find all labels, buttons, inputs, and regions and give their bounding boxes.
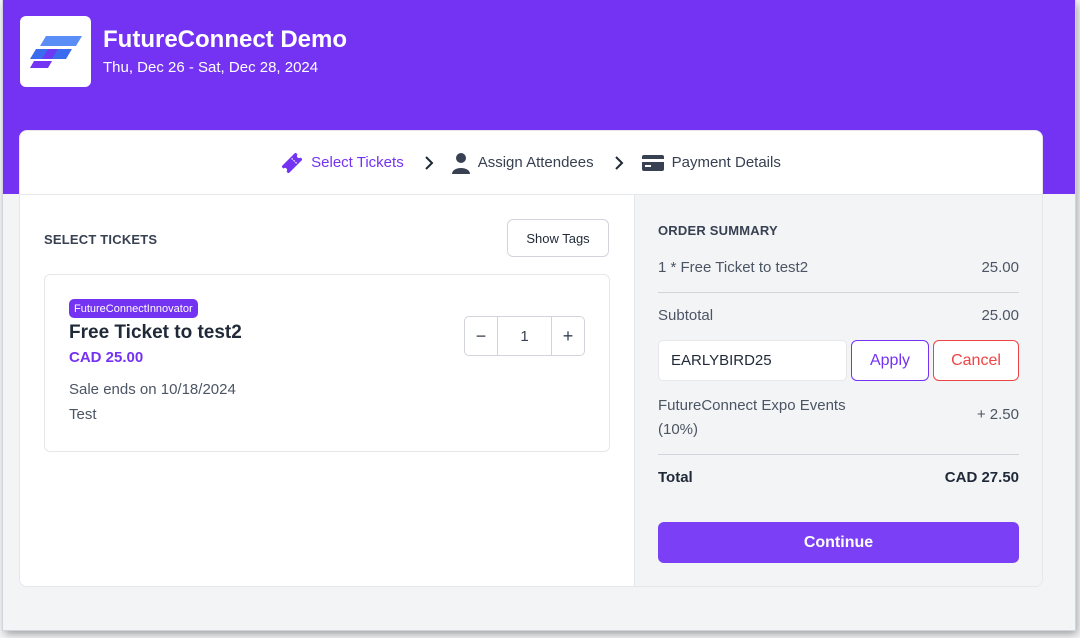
order-summary-panel: ORDER SUMMARY 1 * Free Ticket to test2 2… [634,195,1042,586]
checkout-steps: Select Tickets Assign Attendees Payment … [20,131,1042,195]
promo-code-input[interactable]: EARLYBIRD25 [658,340,847,381]
subtotal-row: Subtotal 25.00 [658,307,1019,324]
ticket-sale-ends: Sale ends on 10/18/2024 [69,381,236,398]
step-assign-attendees[interactable]: Assign Attendees [451,152,594,174]
order-summary-heading: ORDER SUMMARY [658,223,778,238]
chevron-right-icon [614,155,624,170]
select-tickets-panel: SELECT TICKETS Show Tags FutureConnectIn… [20,195,634,586]
line-item-amount: 25.00 [981,259,1019,276]
ticket-icon [282,152,303,173]
checkout-card: Select Tickets Assign Attendees Payment … [19,130,1043,587]
divider [658,292,1019,293]
continue-button[interactable]: Continue [658,522,1019,563]
select-tickets-heading: SELECT TICKETS [44,232,158,247]
ticket-price: CAD 25.00 [69,349,144,366]
step-label: Assign Attendees [477,154,594,171]
ticket-name: Free Ticket to test2 [69,322,242,343]
decrement-button[interactable]: − [465,317,497,355]
step-label: Payment Details [671,154,781,171]
show-tags-button[interactable]: Show Tags [507,219,609,257]
fee-label: FutureConnect Expo Events (10%) [658,397,846,438]
total-amount: CAD 27.50 [944,469,1019,486]
ticket-tag-badge: FutureConnectInnovator [69,299,198,318]
subtotal-label: Subtotal [658,307,714,324]
user-icon [451,152,470,174]
futureconnect-logo-icon [29,35,82,68]
app-window: FutureConnect Demo Thu, Dec 26 - Sat, De… [3,0,1075,630]
event-title: FutureConnect Demo [103,26,348,53]
increment-button[interactable]: + [552,317,584,355]
credit-card-icon [641,154,664,171]
ticket-description: Test [69,406,97,423]
order-line-item: 1 * Free Ticket to test2 25.00 [658,259,1019,276]
divider [658,454,1019,455]
total-row: Total CAD 27.50 [658,469,1019,486]
event-logo [20,16,91,87]
subtotal-amount: 25.00 [981,307,1019,324]
step-label: Select Tickets [311,154,404,171]
quantity-stepper: − 1 + [464,316,585,356]
step-select-tickets[interactable]: Select Tickets [281,152,404,174]
fee-amount: + 2.50 [976,406,1019,423]
event-dates: Thu, Dec 26 - Sat, Dec 28, 2024 [103,59,319,76]
quantity-input[interactable]: 1 [497,317,552,355]
ticket-card: FutureConnectInnovator Free Ticket to te… [44,274,610,452]
step-payment-details[interactable]: Payment Details [641,154,781,172]
chevron-right-icon [424,155,434,170]
apply-promo-button[interactable]: Apply [851,340,929,381]
total-label: Total [658,469,693,486]
line-item-label: 1 * Free Ticket to test2 [658,259,809,276]
cancel-promo-button[interactable]: Cancel [933,340,1019,381]
